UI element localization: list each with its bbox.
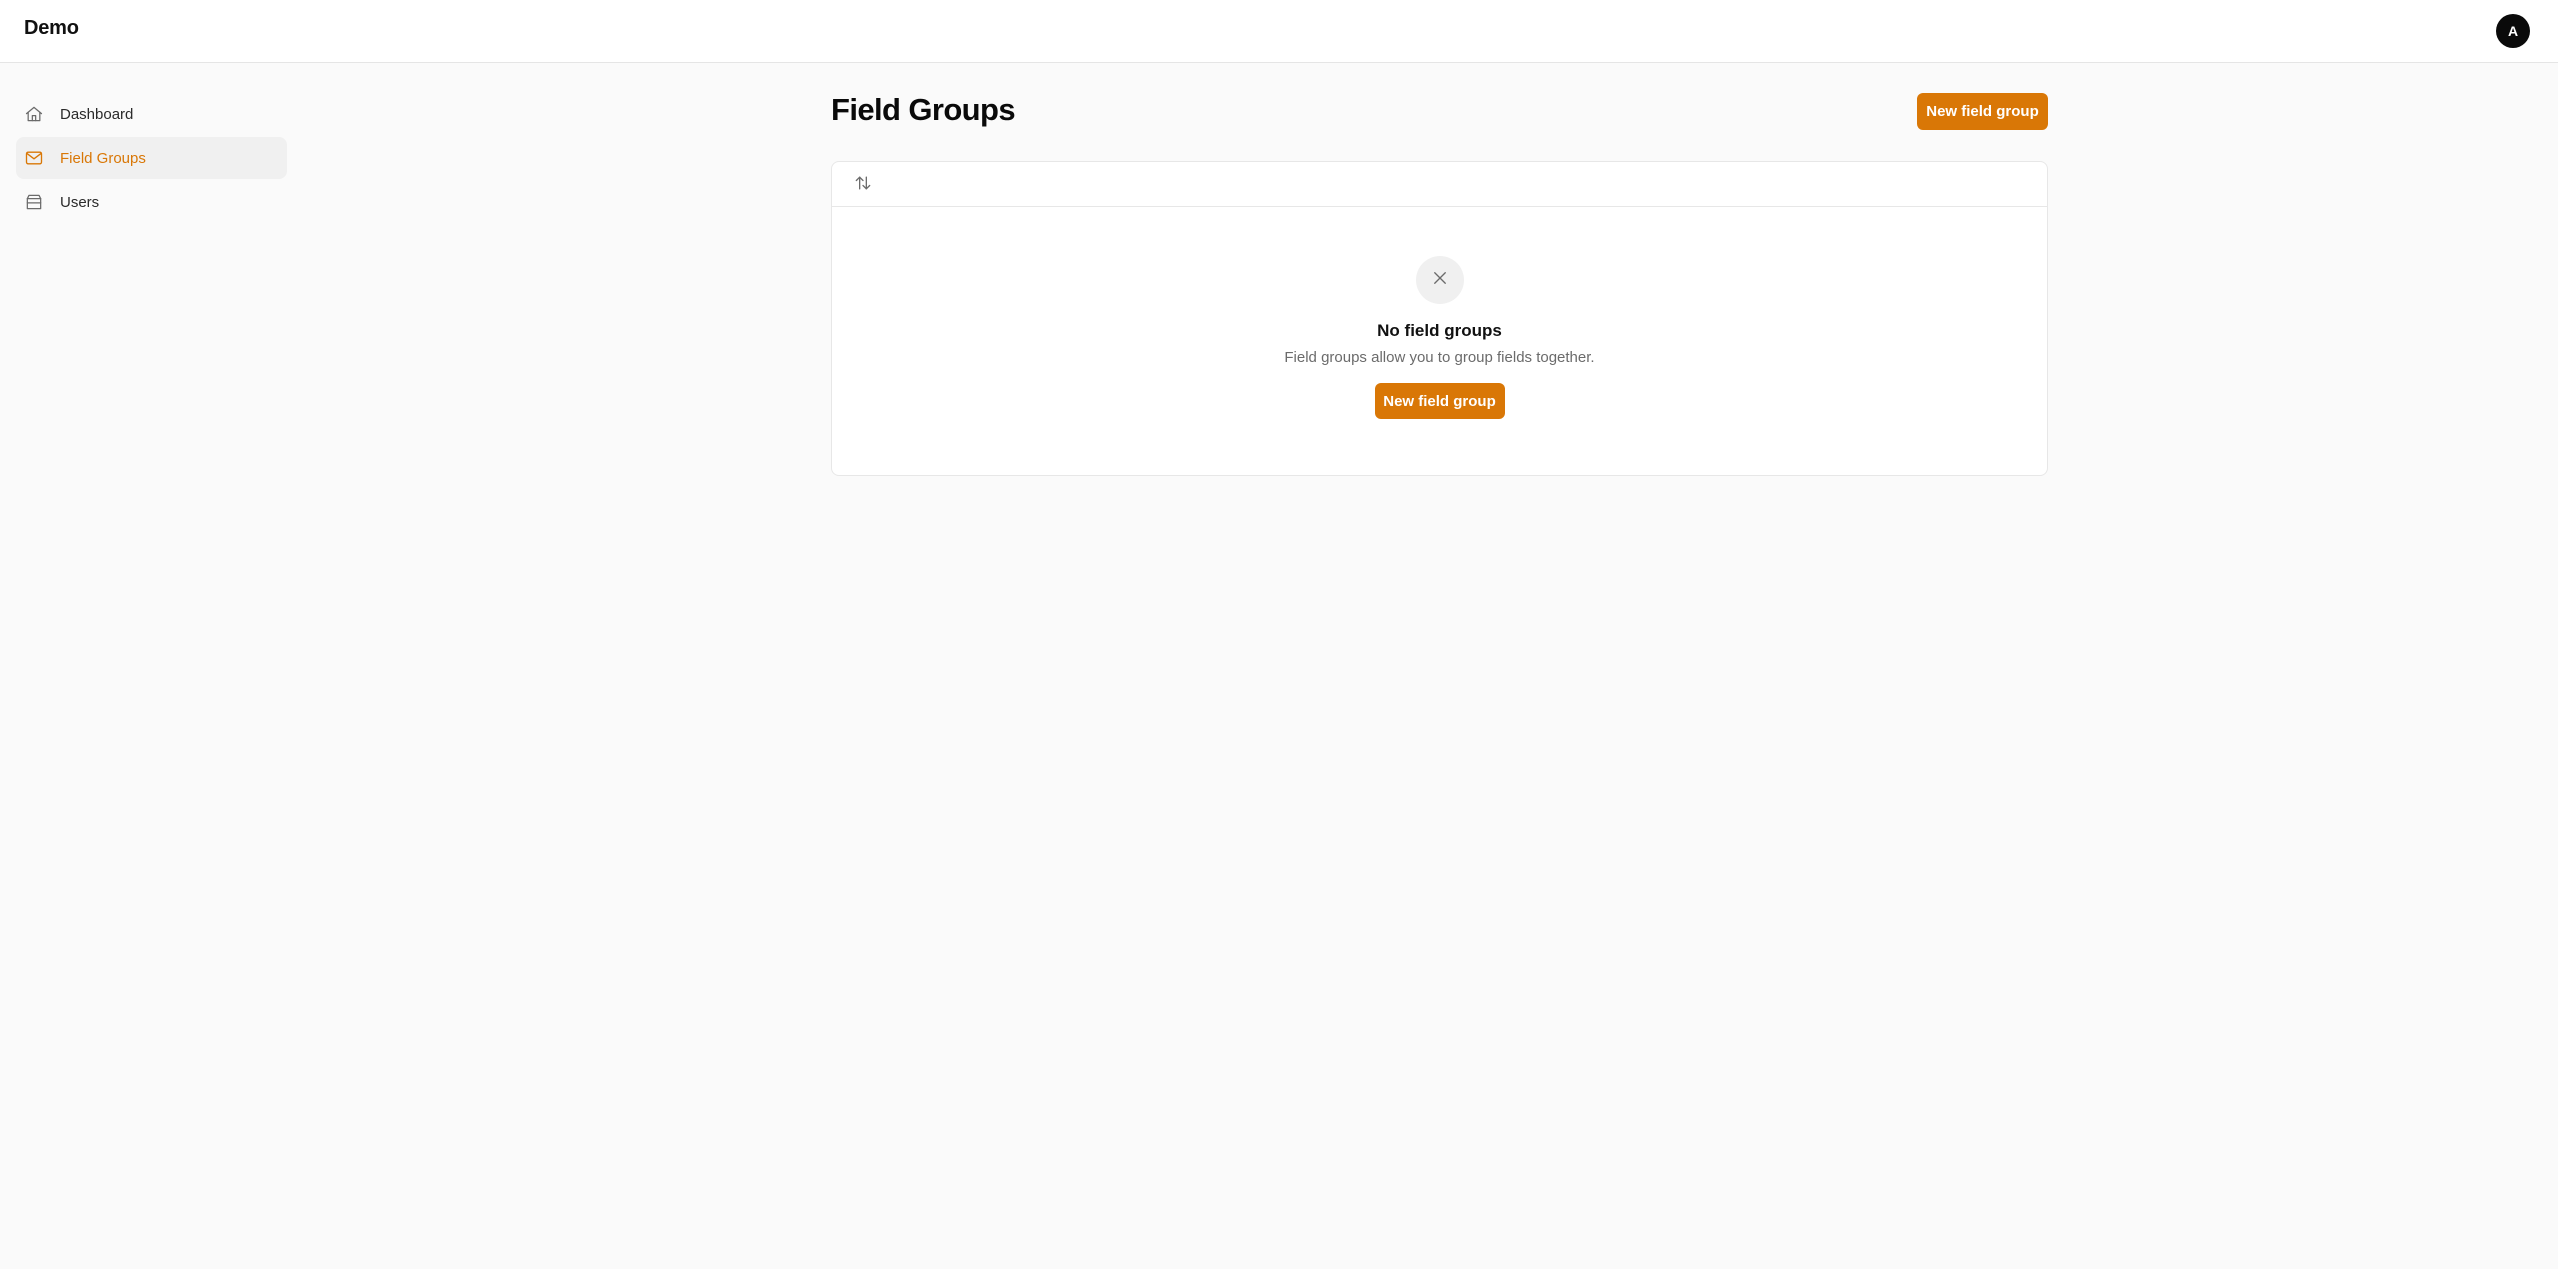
home-icon [24,104,44,124]
sidebar-item-field-groups[interactable]: Field Groups [16,137,287,179]
field-groups-card: No field groups Field groups allow you t… [831,161,2048,476]
empty-state-new-field-group-button[interactable]: New field group [1374,383,1505,419]
card-toolbar [832,162,2047,207]
sort-button[interactable] [852,174,874,196]
top-bar: Demo A [0,0,2558,63]
empty-state-title: No field groups [1377,321,1502,340]
archive-box-icon [24,192,44,212]
user-avatar[interactable]: A [2496,14,2530,48]
page-title: Field Groups [831,92,1016,127]
sidebar-item-users[interactable]: Users [16,181,287,223]
new-field-group-button[interactable]: New field group [1917,93,2048,130]
empty-state-description: Field groups allow you to group fields t… [1284,349,1595,366]
sidebar-item-dashboard[interactable]: Dashboard [16,93,287,135]
close-icon [1431,269,1449,292]
app-title[interactable]: Demo [24,17,79,40]
empty-state: No field groups Field groups allow you t… [832,256,2047,419]
sidebar-item-label: Users [60,193,100,211]
sort-arrows-icon [853,173,873,198]
sidebar-item-label: Field Groups [60,149,146,167]
empty-state-icon-container [1415,256,1464,304]
sidebar: Dashboard Field Groups Users [16,93,287,225]
mail-icon [24,148,44,168]
sidebar-item-label: Dashboard [60,105,134,123]
